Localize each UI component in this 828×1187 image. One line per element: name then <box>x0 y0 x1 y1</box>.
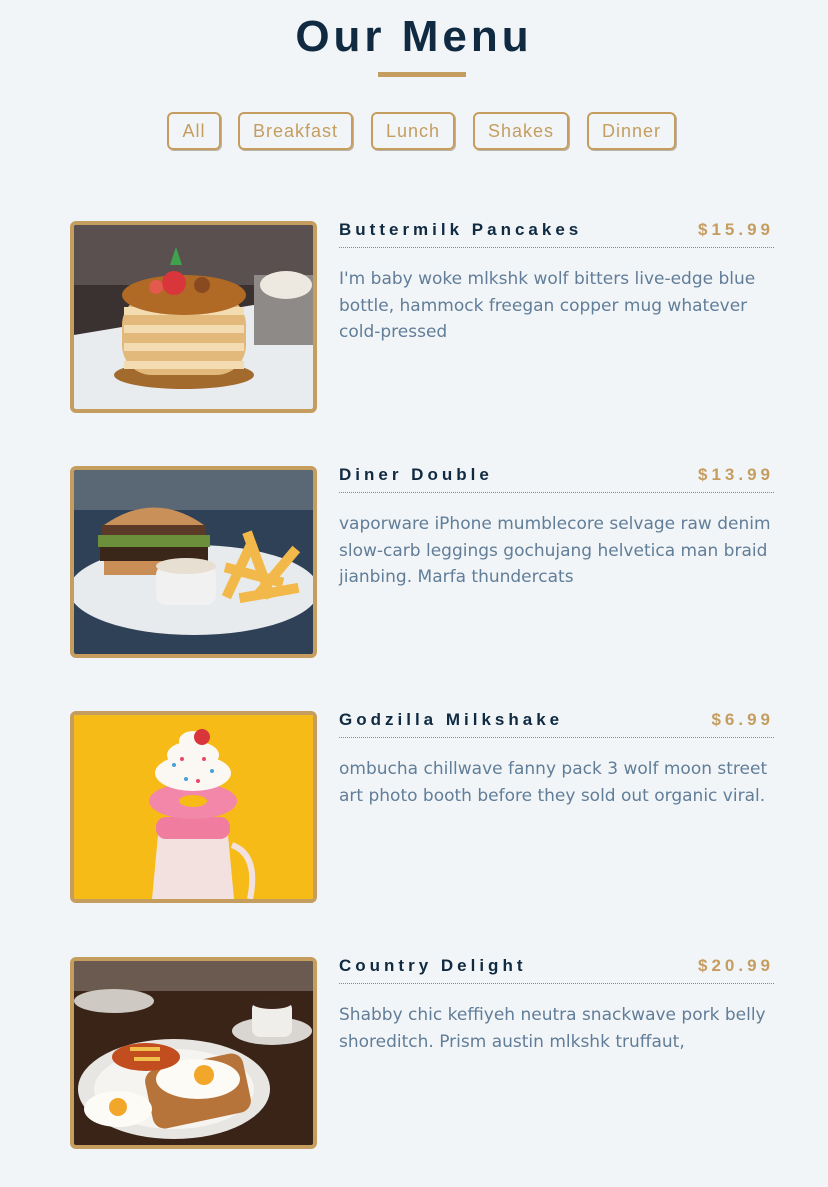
item-price: $13.99 <box>698 465 774 484</box>
item-description: Shabby chic keffiyeh neutra snackwave po… <box>339 1005 766 1052</box>
item-info: Country Delight $20.99 Shabby chic keffi… <box>339 957 774 1055</box>
filter-lunch-button[interactable]: Lunch <box>371 112 455 150</box>
pancakes-photo <box>70 221 317 413</box>
burger-photo <box>70 466 317 658</box>
eggs-photo <box>70 957 317 1149</box>
item-header: Godzilla Milkshake $6.99 <box>339 711 774 738</box>
filter-dinner-button[interactable]: Dinner <box>587 112 676 150</box>
item-description: vaporware iPhone mumblecore selvage raw … <box>339 514 771 587</box>
item-price: $6.99 <box>711 710 774 729</box>
item-description: ombucha chillwave fanny pack 3 wolf moon… <box>339 759 768 806</box>
item-header: Diner Double $13.99 <box>339 466 774 493</box>
item-name: Diner Double <box>339 465 493 484</box>
menu-item: Godzilla Milkshake $6.99 ombucha chillwa… <box>70 711 774 903</box>
item-name: Buttermilk Pancakes <box>339 220 583 239</box>
item-name: Godzilla Milkshake <box>339 710 564 729</box>
title-underline <box>378 72 466 77</box>
milkshake-photo <box>70 711 317 903</box>
item-info: Diner Double $13.99 vaporware iPhone mum… <box>339 466 774 591</box>
item-info: Godzilla Milkshake $6.99 ombucha chillwa… <box>339 711 774 809</box>
item-header: Buttermilk Pancakes $15.99 <box>339 221 774 248</box>
filter-breakfast-button[interactable]: Breakfast <box>238 112 353 150</box>
menu-item: Buttermilk Pancakes $15.99 I'm baby woke… <box>70 221 774 413</box>
item-info: Buttermilk Pancakes $15.99 I'm baby woke… <box>339 221 774 346</box>
filter-bar: All Breakfast Lunch Shakes Dinner <box>0 112 828 150</box>
filter-shakes-button[interactable]: Shakes <box>473 112 569 150</box>
item-price: $15.99 <box>698 220 774 239</box>
item-price: $20.99 <box>698 956 774 975</box>
menu-item: Diner Double $13.99 vaporware iPhone mum… <box>70 466 774 658</box>
menu-item: Country Delight $20.99 Shabby chic keffi… <box>70 957 774 1149</box>
item-name: Country Delight <box>339 956 527 975</box>
filter-all-button[interactable]: All <box>167 112 221 150</box>
item-description: I'm baby woke mlkshk wolf bitters live-e… <box>339 269 756 342</box>
item-header: Country Delight $20.99 <box>339 957 774 984</box>
page-title: Our Menu <box>295 12 533 61</box>
